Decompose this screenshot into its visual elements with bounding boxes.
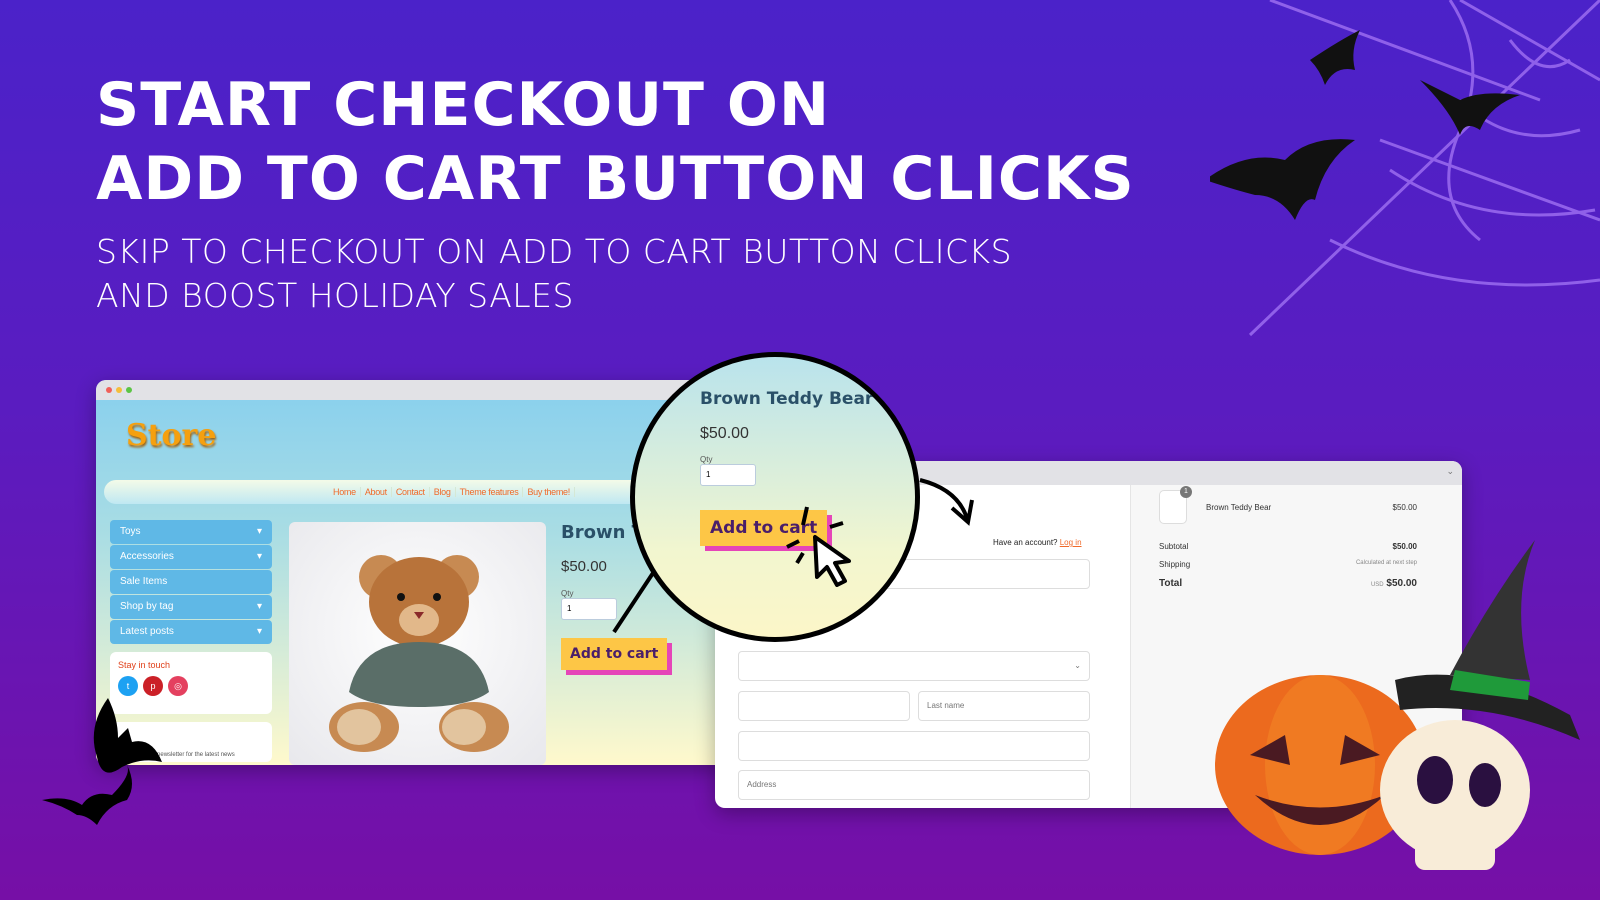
sidebar-item-sale-items[interactable]: Sale Items [110,570,272,594]
first-name-field[interactable] [738,691,910,721]
subheadline: SKIP TO CHECKOUT ON ADD TO CART BUTTON C… [96,230,1012,318]
minimize-dot[interactable] [116,387,122,393]
add-to-cart-button[interactable]: Add to cart [561,638,668,670]
sidebar-item-label: Accessories [120,551,174,562]
chevron-down-icon: ▾ [256,526,262,537]
chevron-down-icon[interactable]: ⌄ [1446,466,1454,477]
spider-web-icon [1210,0,1600,337]
sidebar-item-latest-posts[interactable]: Latest posts ▾ [110,620,272,644]
cart-item-thumbnail: 1 [1159,486,1192,524]
login-link[interactable]: Log in [1060,538,1082,547]
sidebar-item-shop-by-tag[interactable]: Shop by tag ▾ [110,595,272,619]
zoomed-qty-group: Qty 1 [700,455,756,486]
subheadline-line-2: AND BOOST HOLIDAY SALES [96,276,574,315]
nav-contact[interactable]: Contact [392,487,430,497]
headline-line-2: ADD TO CART BUTTON CLICKS [96,144,1135,214]
last-name-placeholder: Last name [927,701,965,710]
zoomed-qty-label: Qty [700,455,713,464]
subtotal-label: Subtotal [1159,542,1189,551]
cursor-click-icon [786,506,851,587]
total-label: Total [1159,578,1183,589]
sidebar-item-label: Toys [120,526,141,537]
nav-about[interactable]: About [361,487,392,497]
teddy-bear-image [329,555,509,752]
magnifier-lens: Brown Teddy Bear $50.00 Qty 1 Add to car… [630,352,920,642]
nav-home[interactable]: Home [329,487,361,497]
sidebar-item-accessories[interactable]: Accessories ▾ [110,545,272,569]
bat-icon [42,698,162,825]
maximize-dot[interactable] [126,387,132,393]
chevron-down-icon: ▾ [256,551,262,562]
subheadline-line-1: SKIP TO CHECKOUT ON ADD TO CART BUTTON C… [96,232,1013,271]
address-placeholder: Address [747,780,777,789]
last-name-field[interactable]: Last name [918,691,1090,721]
zoomed-qty-input[interactable]: 1 [700,464,756,486]
nav-theme-features[interactable]: Theme features [456,487,524,497]
item-count-badge: 1 [1180,486,1192,498]
chevron-down-icon: ▾ [256,626,262,637]
sidebar-item-label: Latest posts [120,626,174,637]
headline: START CHECKOUT ON ADD TO CART BUTTON CLI… [96,68,1135,216]
account-prompt: Have an account? Log in [993,538,1082,547]
chevron-down-icon: ▾ [256,601,262,612]
sidebar-item-label: Sale Items [120,576,168,587]
zoomed-product-price: $50.00 [700,425,749,442]
cart-item-name: Brown Teddy Bear [1206,503,1272,512]
have-account-text: Have an account? [993,538,1058,547]
nav-buy-theme[interactable]: Buy theme! [523,487,575,497]
nav-blog[interactable]: Blog [430,487,456,497]
sidebar-item-label: Shop by tag [120,601,174,612]
zoomed-product-title: Brown Teddy Bear [700,389,874,409]
product-image[interactable] [289,522,546,765]
company-field[interactable] [738,731,1090,761]
cart-item-price: $50.00 [1392,503,1417,512]
address-field[interactable]: Address [738,770,1090,800]
halloween-decoration-icon [1215,540,1580,870]
store-logo[interactable]: Store [126,418,216,453]
chevron-down-icon: ⌄ [1074,661,1081,670]
headline-line-1: START CHECKOUT ON [96,70,831,140]
sidebar-item-toys[interactable]: Toys ▾ [110,520,272,544]
close-dot[interactable] [106,387,112,393]
country-select[interactable]: ⌄ [738,651,1090,681]
stay-in-touch-heading: Stay in touch [118,660,171,670]
shipping-label: Shipping [1159,560,1191,569]
